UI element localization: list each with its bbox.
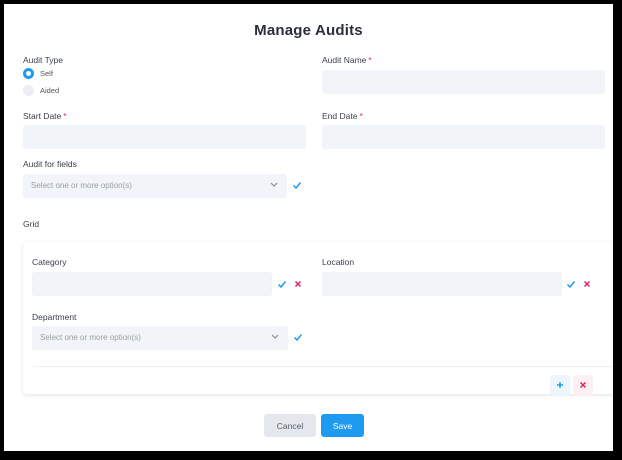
department-placeholder: Select one or more option(s) [40,333,141,342]
radio-self-button[interactable] [23,68,34,79]
radio-aided[interactable]: Aided [23,85,59,96]
radio-self-label: Self [40,69,53,78]
save-button[interactable]: Save [321,414,364,437]
check-icon[interactable] [277,279,287,289]
close-icon[interactable] [582,279,592,289]
department-select[interactable]: Select one or more option(s) [32,326,288,350]
radio-aided-button[interactable] [23,85,34,96]
audit-for-fields-placeholder: Select one or more option(s) [31,181,132,190]
page-title: Manage Audits [254,22,363,39]
add-row-button[interactable] [550,375,570,395]
start-date-label-text: Start Date [23,111,62,121]
audit-for-fields-select[interactable]: Select one or more option(s) [23,174,287,198]
required-mark: * [63,111,67,121]
audit-name-label-text: Audit Name [322,55,367,65]
audit-name-input[interactable] [322,70,605,94]
remove-row-button[interactable] [573,375,593,395]
close-icon [579,381,587,389]
chevron-down-icon [270,182,278,187]
radio-aided-label: Aided [40,86,60,95]
plus-icon [557,382,563,388]
department-label: Department [32,312,77,322]
check-icon[interactable] [293,332,303,342]
cancel-button[interactable]: Cancel [264,414,316,437]
start-date-label: Start Date * [23,111,67,121]
close-icon[interactable] [293,279,303,289]
grid-label: Grid [23,219,40,229]
end-date-input[interactable] [322,125,605,149]
end-date-label: End Date * [322,111,363,121]
radio-self[interactable]: Self [23,68,53,79]
check-icon[interactable] [566,279,576,289]
audit-for-fields-label: Audit for fields [23,159,77,169]
check-icon[interactable] [292,180,302,190]
chevron-down-icon [271,334,279,339]
grid-divider [33,366,613,367]
category-label: Category [32,257,67,267]
grid-panel: Category Location Department Select one … [23,242,613,395]
required-mark: * [368,55,372,65]
audit-name-label: Audit Name * [322,55,372,65]
location-input[interactable] [322,272,562,296]
manage-audits-dialog: Manage Audits Audit Type Self Aided Audi… [4,4,613,451]
start-date-input[interactable] [23,125,306,149]
category-input[interactable] [32,272,272,296]
required-mark: * [359,111,363,121]
location-label: Location [322,257,355,267]
end-date-label-text: End Date [322,111,358,121]
audit-type-label: Audit Type [23,55,64,65]
